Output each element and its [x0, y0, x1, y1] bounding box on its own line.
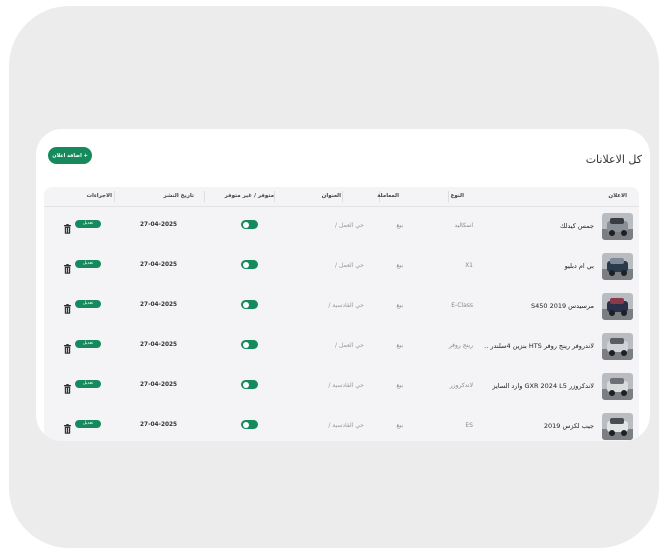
column-publish-date: تاريخ النشر — [163, 193, 194, 199]
column-divider — [448, 191, 449, 202]
availability-toggle[interactable] — [241, 420, 258, 429]
edit-button[interactable]: تعديل — [75, 340, 101, 348]
ad-deal: بيع — [396, 222, 403, 229]
toggle-knob — [242, 381, 249, 388]
ad-type: لاندكروزر — [449, 382, 473, 389]
toggle-knob — [242, 301, 249, 308]
ad-deal: بيع — [396, 382, 403, 389]
ad-title[interactable]: بي ام دبليو — [565, 262, 594, 270]
table-row: مرسيدس 2019 S450 E-Class بيع حي القادسية… — [44, 286, 639, 326]
car-thumbnail — [602, 213, 633, 240]
table-row: جيب لكزس 2019 ES بيع حي القادسية / 27-04… — [44, 406, 639, 441]
table-row: جمس كيدلك اسكاليد بيع حي العمل / 27-04-2… — [44, 206, 639, 246]
publish-date: 27-04-2025 — [140, 342, 178, 348]
car-thumbnail — [602, 253, 633, 280]
add-ad-button[interactable]: اضافة اعلان + — [48, 147, 92, 164]
ad-deal: بيع — [396, 422, 403, 429]
page-title: كل الاعلانات — [585, 153, 642, 166]
car-thumbnail — [602, 373, 633, 400]
publish-date: 27-04-2025 — [140, 302, 178, 308]
column-divider — [114, 191, 115, 202]
edit-button[interactable]: تعديل — [75, 420, 101, 428]
ads-table: الاعلان النوع المعاملة العنوان متوفر / غ… — [44, 187, 639, 441]
column-ad: الاعلان — [608, 193, 627, 199]
edit-button[interactable]: تعديل — [75, 260, 101, 268]
table-row: بي ام دبليو X1 بيع حي العمل / 27-04-2025… — [44, 246, 639, 286]
publish-date: 27-04-2025 — [140, 262, 178, 268]
ad-type: E-Class — [451, 302, 473, 309]
publish-date: 27-04-2025 — [140, 422, 178, 428]
publish-date: 27-04-2025 — [140, 222, 178, 228]
availability-toggle[interactable] — [241, 260, 258, 269]
trash-icon[interactable] — [64, 419, 71, 434]
column-type: النوع — [450, 193, 464, 199]
ad-address: حي العمل / — [335, 222, 364, 229]
column-divider — [204, 191, 205, 202]
ad-title[interactable]: جيب لكزس 2019 — [544, 422, 594, 430]
table-row: لاندروفر رينج روفر HTS بنزين 4سلندر .. ر… — [44, 326, 639, 366]
ad-deal: بيع — [396, 302, 403, 309]
trash-icon[interactable] — [64, 379, 71, 394]
ad-address: حي القادسية / — [328, 422, 364, 429]
column-actions: الاجراءات — [86, 193, 112, 199]
column-address: العنوان — [321, 193, 341, 199]
ad-address: حي العمل / — [335, 262, 364, 269]
trash-icon[interactable] — [64, 259, 71, 274]
toggle-knob — [242, 261, 249, 268]
availability-toggle[interactable] — [241, 380, 258, 389]
toggle-knob — [242, 421, 249, 428]
edit-button[interactable]: تعديل — [75, 300, 101, 308]
ad-address: حي العمل / — [335, 342, 364, 349]
availability-toggle[interactable] — [241, 300, 258, 309]
toggle-knob — [242, 221, 249, 228]
column-deal: المعاملة — [377, 193, 399, 199]
car-thumbnail — [602, 413, 633, 440]
car-thumbnail — [602, 333, 633, 360]
ad-title[interactable]: لاندكروزر GXR 2024 L5 وارد السايز — [492, 382, 594, 390]
edit-button[interactable]: تعديل — [75, 220, 101, 228]
trash-icon[interactable] — [64, 339, 71, 354]
ad-address: حي القادسية / — [328, 382, 364, 389]
column-divider — [274, 191, 275, 202]
ad-title[interactable]: لاندروفر رينج روفر HTS بنزين 4سلندر .. — [484, 342, 594, 350]
ads-card: اضافة اعلان + كل الاعلانات الاعلان النوع… — [36, 129, 650, 441]
edit-button[interactable]: تعديل — [75, 380, 101, 388]
ad-deal: بيع — [396, 262, 403, 269]
ad-type: X1 — [465, 262, 473, 269]
trash-icon[interactable] — [64, 219, 71, 234]
car-thumbnail — [602, 293, 633, 320]
availability-toggle[interactable] — [241, 340, 258, 349]
outer-frame: اضافة اعلان + كل الاعلانات الاعلان النوع… — [9, 6, 659, 548]
ad-title[interactable]: جمس كيدلك — [560, 222, 594, 230]
ad-title[interactable]: مرسيدس 2019 S450 — [531, 302, 594, 310]
ad-type: اسكاليد — [454, 222, 473, 229]
column-availability: متوفر / غير متوفر — [224, 193, 274, 199]
publish-date: 27-04-2025 — [140, 382, 178, 388]
ad-type: ES — [465, 422, 473, 429]
column-divider — [342, 191, 343, 202]
ad-address: حي القادسية / — [328, 302, 364, 309]
table-row: لاندكروزر GXR 2024 L5 وارد السايز لاندكر… — [44, 366, 639, 406]
toggle-knob — [242, 341, 249, 348]
trash-icon[interactable] — [64, 299, 71, 314]
ad-type: رينج روفر — [448, 342, 473, 349]
table-header: الاعلان النوع المعاملة العنوان متوفر / غ… — [44, 187, 639, 207]
ad-deal: بيع — [396, 342, 403, 349]
availability-toggle[interactable] — [241, 220, 258, 229]
